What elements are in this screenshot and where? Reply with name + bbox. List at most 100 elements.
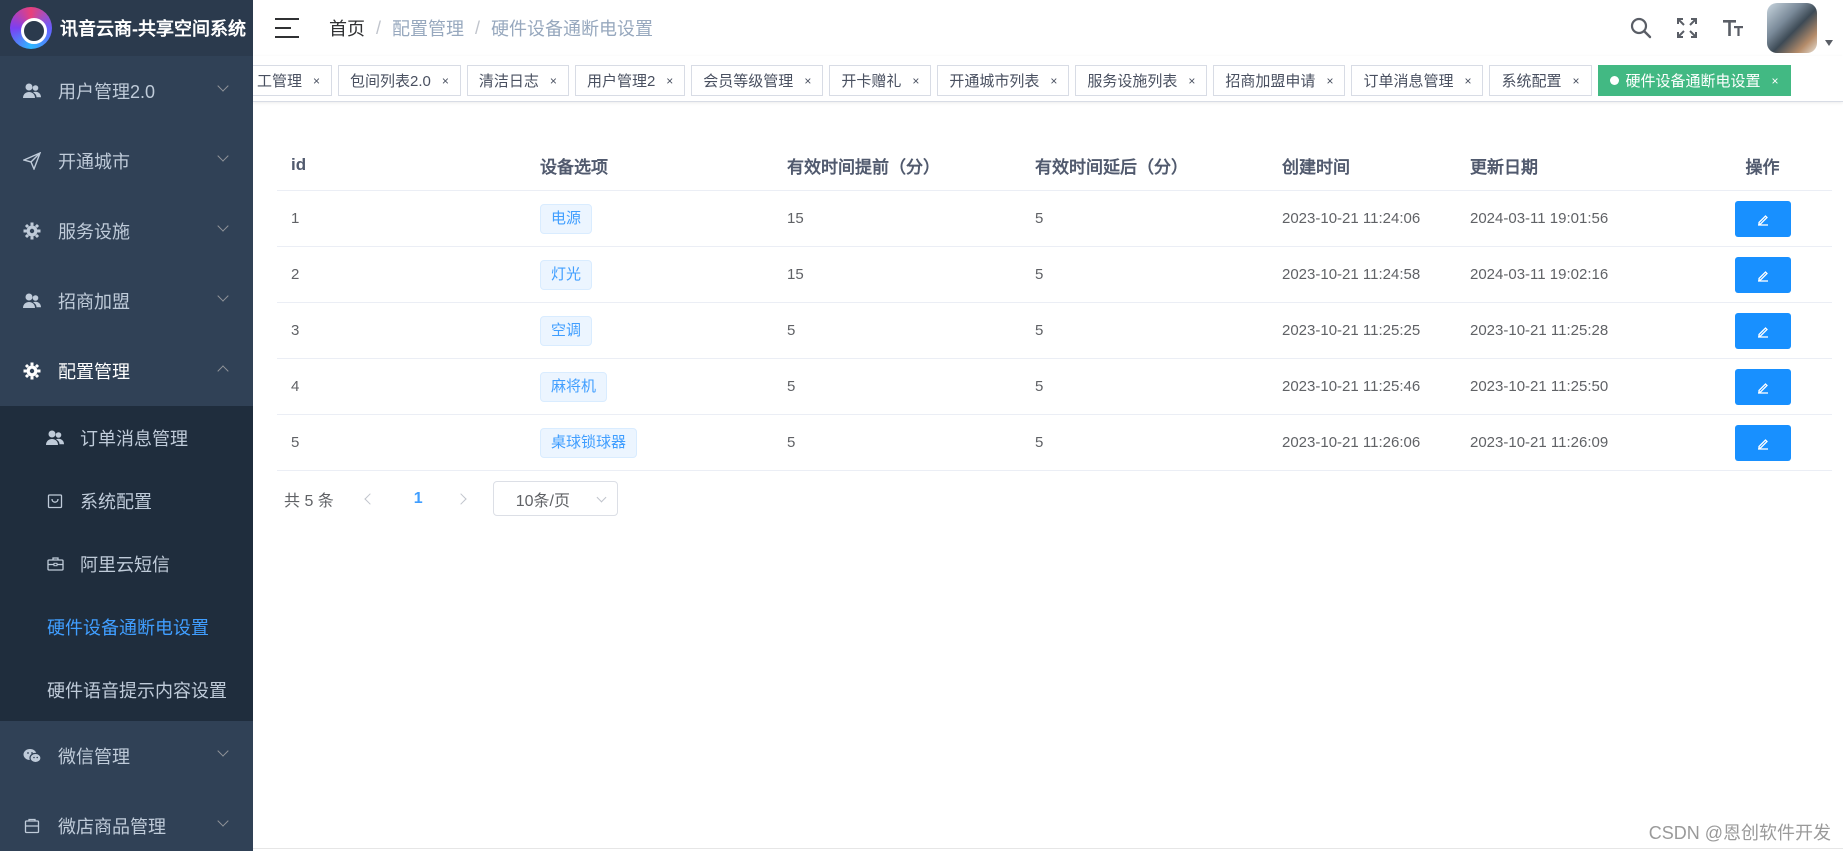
cell-id: 2	[291, 266, 300, 283]
cell-actions	[1693, 256, 1832, 293]
edit-icon	[1757, 270, 1768, 282]
next-page-icon[interactable]	[455, 492, 467, 505]
sidebar-toggle-icon[interactable]	[275, 18, 299, 38]
tag-label: 开卡赠礼	[841, 73, 902, 90]
app-title: 讯音云商-共享空间系统	[60, 19, 246, 39]
tag-label: 工管理	[257, 73, 303, 90]
submenu-item-label: 阿里云短信	[80, 554, 170, 575]
close-icon[interactable]: ×	[1464, 74, 1471, 88]
sidebar-item-config-management[interactable]: 配置管理	[0, 336, 253, 406]
edit-button[interactable]	[1734, 424, 1791, 461]
cell-actions	[1693, 312, 1832, 349]
cell-actions	[1693, 368, 1832, 405]
prev-page-icon[interactable]	[364, 492, 376, 505]
close-icon[interactable]: ×	[1188, 74, 1195, 88]
tags-scroll[interactable]: 工管理 × 包间列表2.0 × 清洁日志 × 用户管理2 × 会员等级管理 × 开卡赠礼 × 开通城市列…	[253, 65, 1797, 96]
submenu-item-aliyun-sms[interactable]: 阿里云短信	[0, 532, 253, 595]
tag-item-active[interactable]: 硬件设备通断电设置 ×	[1597, 65, 1791, 96]
column-header-created[interactable]: 创建时间	[1268, 153, 1456, 178]
tag-item[interactable]: 包间列表2.0 ×	[338, 65, 461, 96]
tag-label: 开通城市列表	[949, 73, 1040, 90]
close-icon[interactable]: ×	[1772, 74, 1779, 88]
table-row: 2 灯光 15 5 2023-10-21 11:24:58 2024-03-11 19:0…	[277, 247, 1832, 303]
caret-down-icon[interactable]	[1825, 40, 1833, 46]
column-header-device[interactable]: 设备选项	[526, 153, 773, 178]
send-icon	[22, 152, 42, 170]
tag-label: 订单消息管理	[1363, 73, 1454, 90]
cell-created: 2023-10-21 11:24:58	[1282, 266, 1421, 283]
edit-button[interactable]	[1734, 368, 1791, 405]
column-header-updated[interactable]: 更新日期	[1456, 153, 1693, 178]
sidebar-item-service-facilities[interactable]: 服务设施	[0, 196, 253, 266]
chevron-down-icon	[217, 290, 229, 302]
sidebar-item-user-management[interactable]: 用户管理2.0	[0, 56, 253, 126]
column-header-delay[interactable]: 有效时间延后（分）	[1021, 153, 1268, 178]
submenu-item-system-config[interactable]: 系统配置	[0, 469, 253, 532]
cell-id: 4	[291, 378, 300, 395]
gear-icon	[22, 362, 42, 380]
tag-item[interactable]: 工管理 ×	[253, 65, 333, 96]
fullscreen-icon[interactable]	[1675, 16, 1699, 40]
tag-item[interactable]: 服务设施列表 ×	[1075, 65, 1208, 96]
tag-label: 硬件设备通断电设置	[1625, 73, 1761, 90]
close-icon[interactable]: ×	[1050, 74, 1057, 88]
sidebar-item-wechat-management[interactable]: 微信管理	[0, 721, 253, 791]
pagination-total: 共 5 条	[284, 492, 334, 510]
sidebar-item-label: 微信管理	[58, 747, 130, 767]
device-tag: 电源	[540, 203, 593, 234]
font-size-icon[interactable]	[1721, 16, 1745, 40]
sidebar-item-open-city[interactable]: 开通城市	[0, 126, 253, 196]
cell-created: 2023-10-21 11:25:46	[1282, 378, 1421, 395]
chevron-down-icon	[217, 80, 229, 92]
edit-button[interactable]	[1734, 200, 1791, 237]
breadcrumb-home[interactable]: 首页	[329, 15, 365, 41]
column-header-id[interactable]: id	[277, 155, 526, 175]
close-icon[interactable]: ×	[804, 74, 811, 88]
cell-advance: 15	[787, 266, 804, 283]
sidebar-item-shop-products[interactable]: 微店商品管理	[0, 791, 253, 851]
tag-item[interactable]: 用户管理2 ×	[574, 65, 686, 96]
cell-created: 2023-10-21 11:25:25	[1282, 322, 1421, 339]
sidebar-item-label: 招商加盟	[58, 292, 130, 312]
tag-item[interactable]: 订单消息管理 ×	[1351, 65, 1484, 96]
tag-item[interactable]: 会员等级管理 ×	[691, 65, 824, 96]
navbar-right	[1629, 0, 1843, 56]
close-icon[interactable]: ×	[666, 74, 673, 88]
edit-button[interactable]	[1734, 312, 1791, 349]
close-icon[interactable]: ×	[1573, 74, 1580, 88]
logo[interactable]: 讯音云商-共享空间系统	[0, 0, 253, 56]
tag-item[interactable]: 系统配置 ×	[1489, 65, 1592, 96]
cell-advance: 5	[787, 378, 796, 395]
sidebar-item-label: 开通城市	[58, 152, 130, 172]
breadcrumb-separator: /	[376, 17, 382, 38]
close-icon[interactable]: ×	[912, 74, 919, 88]
tag-item[interactable]: 开通城市列表 ×	[937, 65, 1070, 96]
close-icon[interactable]: ×	[1326, 74, 1333, 88]
user-group-icon	[22, 293, 42, 309]
page-size-select[interactable]: 10条/页	[492, 481, 618, 516]
table-row: 1 电源 15 5 2023-10-21 11:24:06 2024-03-11 19:0…	[277, 191, 1832, 247]
column-header-advance[interactable]: 有效时间提前（分）	[773, 153, 1021, 178]
submenu-item-order-message[interactable]: 订单消息管理	[0, 406, 253, 469]
sidebar-item-franchise[interactable]: 招商加盟	[0, 266, 253, 336]
briefcase-icon	[46, 556, 64, 571]
tag-item[interactable]: 清洁日志 ×	[466, 65, 569, 96]
submenu-item-hardware-voice[interactable]: 硬件语音提示内容设置	[0, 658, 253, 721]
tag-label: 招商加盟申请	[1225, 73, 1316, 90]
submenu-item-label: 订单消息管理	[80, 428, 188, 449]
submenu-item-hardware-power[interactable]: 硬件设备通断电设置	[0, 595, 253, 658]
tag-item[interactable]: 招商加盟申请 ×	[1213, 65, 1346, 96]
search-icon[interactable]	[1629, 16, 1653, 40]
submenu-item-label: 硬件设备通断电设置	[47, 617, 209, 638]
close-icon[interactable]: ×	[550, 74, 557, 88]
close-icon[interactable]: ×	[313, 74, 320, 88]
logo-icon	[10, 7, 52, 49]
tag-item[interactable]: 开卡赠礼 ×	[829, 65, 932, 96]
cell-id: 1	[291, 210, 300, 227]
table-row: 4 麻将机 5 5 2023-10-21 11:25:46 2023-10-21 11:2…	[277, 359, 1832, 415]
close-icon[interactable]: ×	[442, 74, 449, 88]
cell-updated: 2023-10-21 11:25:50	[1470, 378, 1609, 395]
page-number[interactable]: 1	[414, 490, 423, 508]
avatar[interactable]	[1767, 3, 1817, 53]
edit-button[interactable]	[1734, 256, 1791, 293]
